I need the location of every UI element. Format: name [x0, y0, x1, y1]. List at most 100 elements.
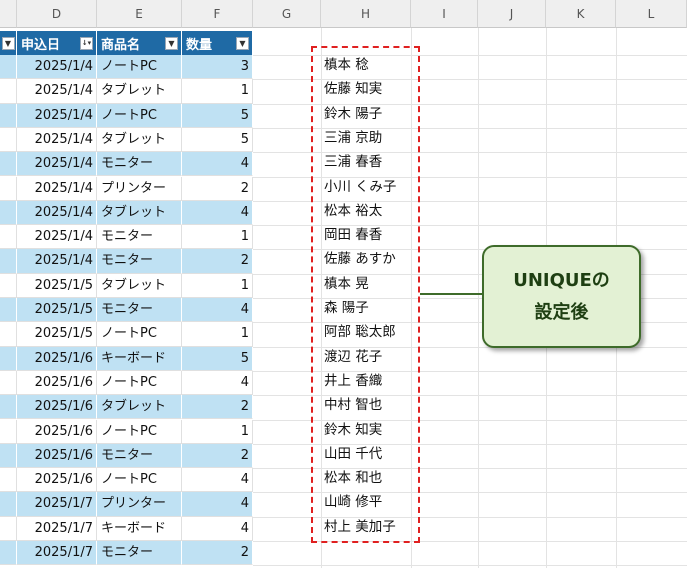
column-header[interactable]: H: [321, 0, 411, 28]
table-cell-product[interactable]: ノートPC: [97, 468, 182, 493]
table-cell-product[interactable]: モニター: [97, 152, 182, 177]
table-cell-product[interactable]: タブレット: [97, 200, 182, 226]
row-stub-cell[interactable]: [0, 55, 17, 80]
sort-filter-dropdown-icon[interactable]: ↓▾: [80, 36, 93, 50]
row-stub-cell[interactable]: [0, 249, 17, 274]
filter-dropdown-icon[interactable]: ▼: [1, 36, 15, 50]
row-stub-cell[interactable]: [0, 273, 17, 298]
table-cell-date[interactable]: 2025/1/7: [17, 492, 97, 517]
row-stub-cell[interactable]: [0, 419, 17, 444]
row-stub-cell[interactable]: [0, 370, 17, 396]
table-cell-date[interactable]: 2025/1/6: [17, 346, 97, 371]
table-cell-product[interactable]: プリンター: [97, 492, 182, 517]
column-header[interactable]: F: [182, 0, 253, 28]
table-cell-product[interactable]: キーボード: [97, 516, 182, 541]
table-cell-date[interactable]: 2025/1/6: [17, 443, 97, 469]
table-cell-qty[interactable]: 4: [182, 298, 253, 323]
table-cell-product[interactable]: モニター: [97, 249, 182, 274]
row-stub-cell[interactable]: [0, 298, 17, 323]
row-stub-cell[interactable]: [0, 200, 17, 226]
table-cell-date[interactable]: 2025/1/7: [17, 516, 97, 541]
table-cell-qty[interactable]: 4: [182, 492, 253, 517]
table-cell-date[interactable]: 2025/1/4: [17, 103, 97, 128]
table-cell-date[interactable]: 2025/1/4: [17, 55, 97, 80]
table-cell-qty[interactable]: 5: [182, 103, 253, 128]
table-cell-product[interactable]: プリンター: [97, 176, 182, 201]
row-stub-cell[interactable]: [0, 176, 17, 201]
grid-col-line: [478, 28, 479, 568]
table-cell-qty[interactable]: 1: [182, 79, 253, 104]
table-cell-qty[interactable]: 1: [182, 419, 253, 444]
row-stub-cell[interactable]: [0, 541, 17, 566]
table-cell-product[interactable]: ノートPC: [97, 103, 182, 128]
table-cell-qty[interactable]: 4: [182, 370, 253, 396]
table-cell-qty[interactable]: 5: [182, 346, 253, 371]
table-cell-product[interactable]: モニター: [97, 541, 182, 566]
row-stub-cell[interactable]: [0, 152, 17, 177]
row-stub-cell[interactable]: [0, 103, 17, 128]
table-cell-qty[interactable]: 2: [182, 541, 253, 566]
table-cell-date[interactable]: 2025/1/6: [17, 419, 97, 444]
table-cell-date[interactable]: 2025/1/4: [17, 176, 97, 201]
table-cell-date[interactable]: 2025/1/4: [17, 79, 97, 104]
table-cell-date[interactable]: 2025/1/7: [17, 541, 97, 566]
table-cell-product[interactable]: モニター: [97, 443, 182, 469]
table-cell-product[interactable]: タブレット: [97, 79, 182, 104]
table-cell-date[interactable]: 2025/1/6: [17, 370, 97, 396]
table-cell-qty[interactable]: 1: [182, 273, 253, 298]
column-header[interactable]: E: [97, 0, 182, 28]
table-cell-product[interactable]: モニター: [97, 298, 182, 323]
table-cell-product[interactable]: タブレット: [97, 395, 182, 420]
table-cell-qty[interactable]: 4: [182, 516, 253, 541]
column-header[interactable]: G: [253, 0, 321, 28]
column-header[interactable]: J: [478, 0, 546, 28]
callout-box: UNIQUEの 設定後: [482, 245, 641, 348]
filter-dropdown-icon[interactable]: ▼: [165, 36, 178, 50]
table-cell-product[interactable]: ノートPC: [97, 55, 182, 80]
column-header[interactable]: K: [546, 0, 616, 28]
row-stub-cell[interactable]: [0, 322, 17, 347]
column-header[interactable]: I: [411, 0, 478, 28]
row-header-corner[interactable]: [0, 0, 17, 28]
table-cell-date[interactable]: 2025/1/4: [17, 200, 97, 226]
row-stub-cell[interactable]: [0, 516, 17, 541]
column-header[interactable]: L: [616, 0, 687, 28]
table-cell-date[interactable]: 2025/1/5: [17, 273, 97, 298]
table-cell-date[interactable]: 2025/1/5: [17, 322, 97, 347]
row-stub-cell[interactable]: [0, 492, 17, 517]
table-cell-qty[interactable]: 1: [182, 322, 253, 347]
row-stub-cell[interactable]: [0, 346, 17, 371]
table-cell-product[interactable]: タブレット: [97, 273, 182, 298]
row-stub-cell[interactable]: [0, 468, 17, 493]
table-cell-date[interactable]: 2025/1/4: [17, 225, 97, 250]
table-cell-qty[interactable]: 1: [182, 225, 253, 250]
table-cell-date[interactable]: 2025/1/6: [17, 468, 97, 493]
table-cell-date[interactable]: 2025/1/5: [17, 298, 97, 323]
table-cell-qty[interactable]: 4: [182, 468, 253, 493]
row-stub-cell[interactable]: [0, 395, 17, 420]
table-cell-qty[interactable]: 2: [182, 176, 253, 201]
table-cell-product[interactable]: ノートPC: [97, 419, 182, 444]
table-cell-qty[interactable]: 2: [182, 395, 253, 420]
table-cell-qty[interactable]: 2: [182, 443, 253, 469]
filter-dropdown-icon[interactable]: ▼: [236, 36, 249, 50]
table-cell-product[interactable]: キーボード: [97, 346, 182, 371]
table-cell-date[interactable]: 2025/1/4: [17, 127, 97, 153]
row-stub-cell[interactable]: [0, 443, 17, 469]
table-cell-date[interactable]: 2025/1/4: [17, 152, 97, 177]
row-stub-cell[interactable]: [0, 225, 17, 250]
table-cell-product[interactable]: ノートPC: [97, 370, 182, 396]
table-cell-product[interactable]: モニター: [97, 225, 182, 250]
table-cell-product[interactable]: タブレット: [97, 127, 182, 153]
table-cell-date[interactable]: 2025/1/6: [17, 395, 97, 420]
table-cell-qty[interactable]: 4: [182, 200, 253, 226]
column-header[interactable]: D: [17, 0, 97, 28]
table-cell-qty[interactable]: 3: [182, 55, 253, 80]
row-stub-cell[interactable]: [0, 127, 17, 153]
table-cell-product[interactable]: ノートPC: [97, 322, 182, 347]
table-cell-qty[interactable]: 2: [182, 249, 253, 274]
table-cell-qty[interactable]: 4: [182, 152, 253, 177]
row-stub-cell[interactable]: [0, 79, 17, 104]
table-cell-date[interactable]: 2025/1/4: [17, 249, 97, 274]
table-cell-qty[interactable]: 5: [182, 127, 253, 153]
